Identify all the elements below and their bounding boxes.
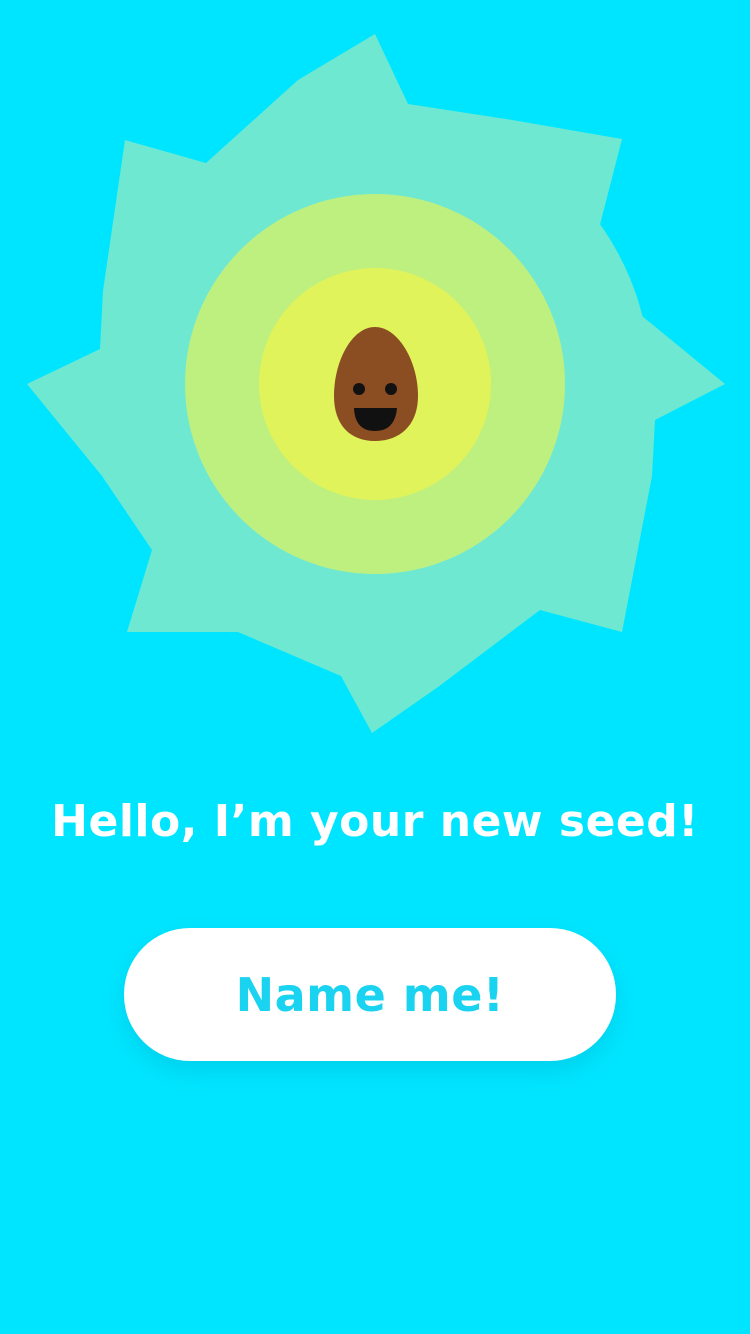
name-me-button[interactable]: Name me!: [124, 928, 616, 1061]
onboarding-screen: Hello, I’m your new seed! Name me!: [0, 0, 750, 1334]
seed-left-eye: [353, 383, 365, 395]
name-me-button-label: Name me!: [235, 967, 505, 1022]
sunburst-illustration: [27, 34, 725, 733]
seed-right-eye: [385, 383, 397, 395]
greeting-title: Hello, I’m your new seed!: [51, 796, 699, 847]
